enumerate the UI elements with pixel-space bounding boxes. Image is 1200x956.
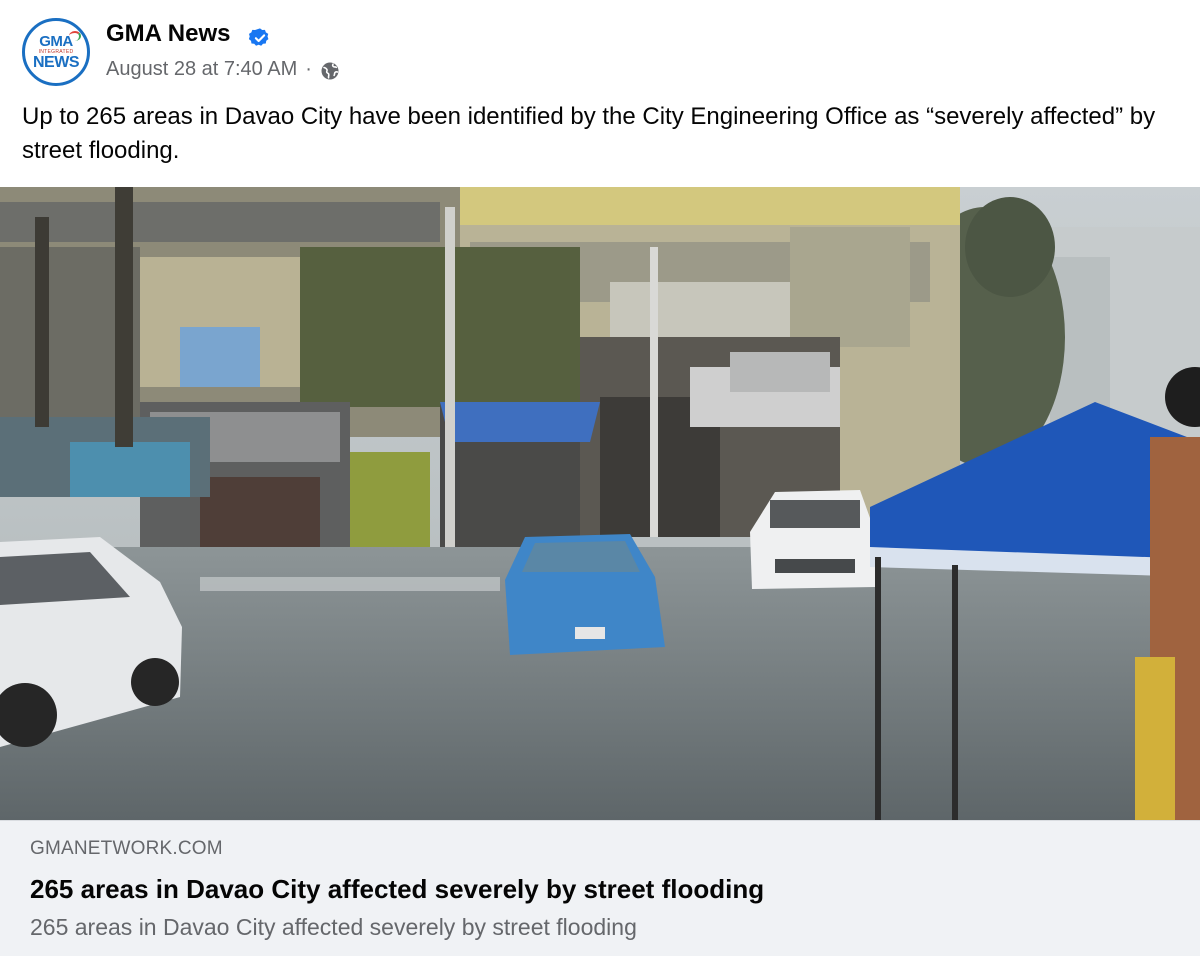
meta-separator: · [305, 58, 312, 80]
verified-badge-icon [249, 28, 269, 46]
avatar-logo-news: NEWS [33, 54, 80, 71]
avatar-logo-swirl [69, 31, 81, 41]
post-photo-flooded-street[interactable] [0, 187, 1200, 820]
link-domain: GMANETWORK.COM [30, 838, 223, 859]
link-preview-card[interactable]: GMANETWORK.COM 265 areas in Davao City a… [0, 820, 1200, 956]
post-meta: August 28 at 7:40 AM · [106, 58, 340, 81]
post-timestamp[interactable]: August 28 at 7:40 AM [106, 58, 297, 81]
page-avatar[interactable]: GMA INTEGRATED NEWS [22, 18, 90, 86]
link-description: 265 areas in Davao City affected severel… [30, 914, 637, 940]
page-name-link[interactable]: GMA News [106, 20, 230, 48]
facebook-post: GMA INTEGRATED NEWS GMA News August 28 a… [0, 0, 1200, 956]
globe-icon[interactable] [320, 61, 340, 81]
link-title[interactable]: 265 areas in Davao City affected severel… [30, 874, 764, 905]
post-caption: Up to 265 areas in Davao City have been … [22, 103, 1156, 164]
flood-scene-image [0, 187, 1200, 820]
